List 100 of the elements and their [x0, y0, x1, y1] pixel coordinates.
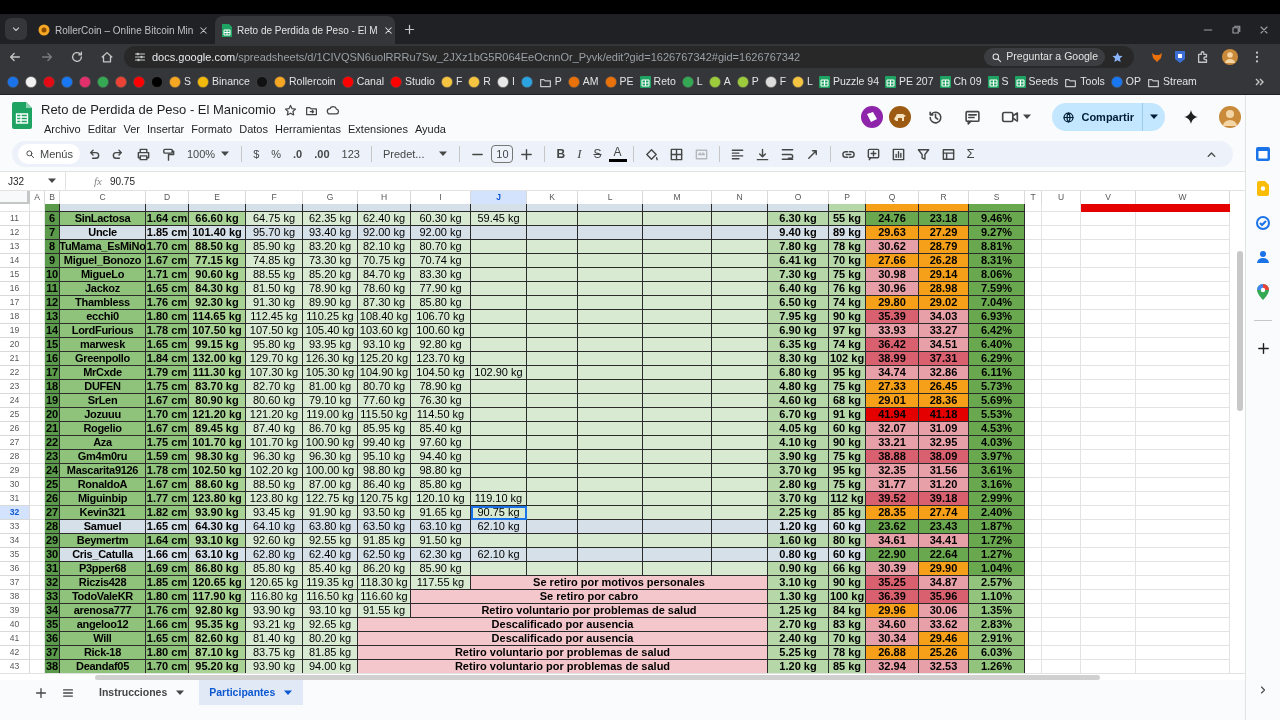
bookmark[interactable]: Ch 09: [936, 72, 985, 92]
bookmark[interactable]: I: [493, 72, 518, 92]
decrease-decimals-button[interactable]: .0: [288, 145, 308, 163]
table-cell: 1.67 cm: [146, 254, 189, 268]
row-header[interactable]: 26: [0, 422, 30, 436]
menu-item[interactable]: Ver: [120, 120, 143, 138]
row-header[interactable]: 27: [0, 436, 30, 450]
bookmark[interactable]: Rollercoin: [270, 72, 339, 92]
row-header[interactable]: 16: [0, 282, 30, 296]
bookmark[interactable]: Canal: [338, 72, 388, 92]
number-format-button[interactable]: 123: [336, 145, 365, 163]
bookmark[interactable]: Reto: [636, 72, 679, 92]
column-header[interactable]: J: [471, 191, 527, 205]
currency-button[interactable]: $: [248, 145, 265, 163]
bookmark[interactable]: OP: [1107, 72, 1144, 92]
menu-item[interactable]: Extensiones: [345, 120, 411, 138]
bookmark[interactable]: Puzzle 94: [815, 72, 883, 92]
zoom-select[interactable]: 100%: [182, 145, 236, 163]
formula-field[interactable]: 90.75: [109, 173, 1245, 189]
bookmark[interactable]: R: [465, 72, 494, 92]
table-cell: 86.20 kg: [358, 562, 411, 576]
search-menus-field[interactable]: Menús: [18, 144, 80, 164]
row-header[interactable]: 11: [0, 212, 30, 226]
sheet-tab[interactable]: Instrucciones: [89, 680, 196, 705]
font-size-field[interactable]: 10: [491, 145, 514, 163]
address-bar[interactable]: docs.google.com/spreadsheets/d/1CIVQSN6uolRRRu7Sw_2JXz1bG5R064EeOcnnOr_Pyvk/edit?gid=1626767342#gid=1626767342 Preguntar a Google: [124, 46, 1134, 68]
table-cell[interactable]: 90.75 kg: [471, 506, 527, 520]
name-box[interactable]: J32: [0, 172, 66, 190]
row-header[interactable]: 23: [0, 380, 30, 394]
row-header[interactable]: 37: [0, 576, 30, 590]
row-header[interactable]: 42: [0, 646, 30, 660]
bookmark[interactable]: P: [535, 72, 565, 92]
row-header[interactable]: 25: [0, 408, 30, 422]
row-header[interactable]: 35: [0, 548, 30, 562]
row-header[interactable]: 36: [0, 562, 30, 576]
table-cell: 100.90 kg: [303, 436, 358, 450]
row-header[interactable]: 18: [0, 310, 30, 324]
browser-tab[interactable]: Reto de Perdida de Peso - El M: [215, 16, 395, 44]
bookmark[interactable]: F: [437, 72, 466, 92]
row-header[interactable]: 24: [0, 394, 30, 408]
row-header[interactable]: 30: [0, 478, 30, 492]
bookmark[interactable]: A: [705, 72, 734, 92]
bookmark[interactable]: AM: [564, 72, 602, 92]
text-color-button[interactable]: A: [608, 146, 627, 162]
bookmark[interactable]: L: [678, 72, 706, 92]
functions-button[interactable]: Σ: [961, 144, 980, 164]
row-header[interactable]: 38: [0, 590, 30, 604]
percent-button[interactable]: %: [266, 145, 287, 163]
bookmark[interactable]: L: [789, 72, 816, 92]
bookmark[interactable]: Stream: [1144, 72, 1200, 92]
font-select[interactable]: Predet...: [377, 145, 454, 163]
bookmark[interactable]: P: [733, 72, 762, 92]
table-cell: 16: [45, 352, 60, 366]
row-header[interactable]: 41: [0, 632, 30, 646]
bookmark[interactable]: PE: [601, 72, 637, 92]
row-header[interactable]: 29: [0, 464, 30, 478]
menu-item[interactable]: Herramientas: [271, 120, 344, 138]
menu-item[interactable]: Editar: [84, 120, 120, 138]
table-cell: 6.93%: [969, 310, 1025, 324]
sheet-tab[interactable]: Participantes: [199, 680, 304, 705]
row-header[interactable]: 31: [0, 492, 30, 506]
row-header[interactable]: 32: [0, 506, 30, 520]
increase-decimals-button[interactable]: .00: [309, 145, 335, 163]
strikethrough-button[interactable]: S: [588, 145, 607, 163]
row-header[interactable]: 34: [0, 534, 30, 548]
bold-button[interactable]: B: [551, 145, 571, 163]
menu-item[interactable]: Ayuda: [411, 120, 449, 138]
row-header[interactable]: 19: [0, 324, 30, 338]
row-header[interactable]: 17: [0, 296, 30, 310]
document-title[interactable]: Reto de Perdida de Peso - El Manicomio: [41, 100, 276, 120]
row-header[interactable]: 13: [0, 240, 30, 254]
bookmark[interactable]: Tools: [1061, 72, 1108, 92]
row-header[interactable]: 21: [0, 352, 30, 366]
row-header[interactable]: 12: [0, 226, 30, 240]
row-header[interactable]: 22: [0, 366, 30, 380]
menu-item[interactable]: Insertar: [143, 120, 188, 138]
row-header[interactable]: 28: [0, 450, 30, 464]
row-header[interactable]: 15: [0, 268, 30, 282]
menu-item[interactable]: Archivo: [41, 120, 84, 138]
row-header[interactable]: 39: [0, 604, 30, 618]
bookmark[interactable]: Binance: [194, 72, 253, 92]
table-cell: 117.55 kg: [411, 576, 471, 590]
italic-button[interactable]: I: [572, 144, 587, 164]
bookmark[interactable]: Seeds: [1011, 72, 1062, 92]
table-cell: 8.06%: [969, 268, 1025, 282]
row-header[interactable]: 40: [0, 618, 30, 632]
ask-google-button[interactable]: Preguntar a Google: [984, 48, 1105, 66]
bookmark[interactable]: PE 207: [882, 72, 937, 92]
browser-tab[interactable]: RollerCoin – Online Bitcoin Min: [31, 16, 211, 44]
bookmark[interactable]: F: [761, 72, 790, 92]
bookmark[interactable]: S: [984, 72, 1012, 92]
table-cell: 95.10 kg: [358, 450, 411, 464]
menu-item[interactable]: Formato: [188, 120, 236, 138]
bookmark[interactable]: Studio: [387, 72, 438, 92]
menu-item[interactable]: Datos: [236, 120, 271, 138]
bookmark[interactable]: S: [166, 72, 194, 92]
row-header[interactable]: 20: [0, 338, 30, 352]
table-cell: 34: [45, 604, 60, 618]
row-header[interactable]: 14: [0, 254, 30, 268]
row-header[interactable]: 33: [0, 520, 30, 534]
